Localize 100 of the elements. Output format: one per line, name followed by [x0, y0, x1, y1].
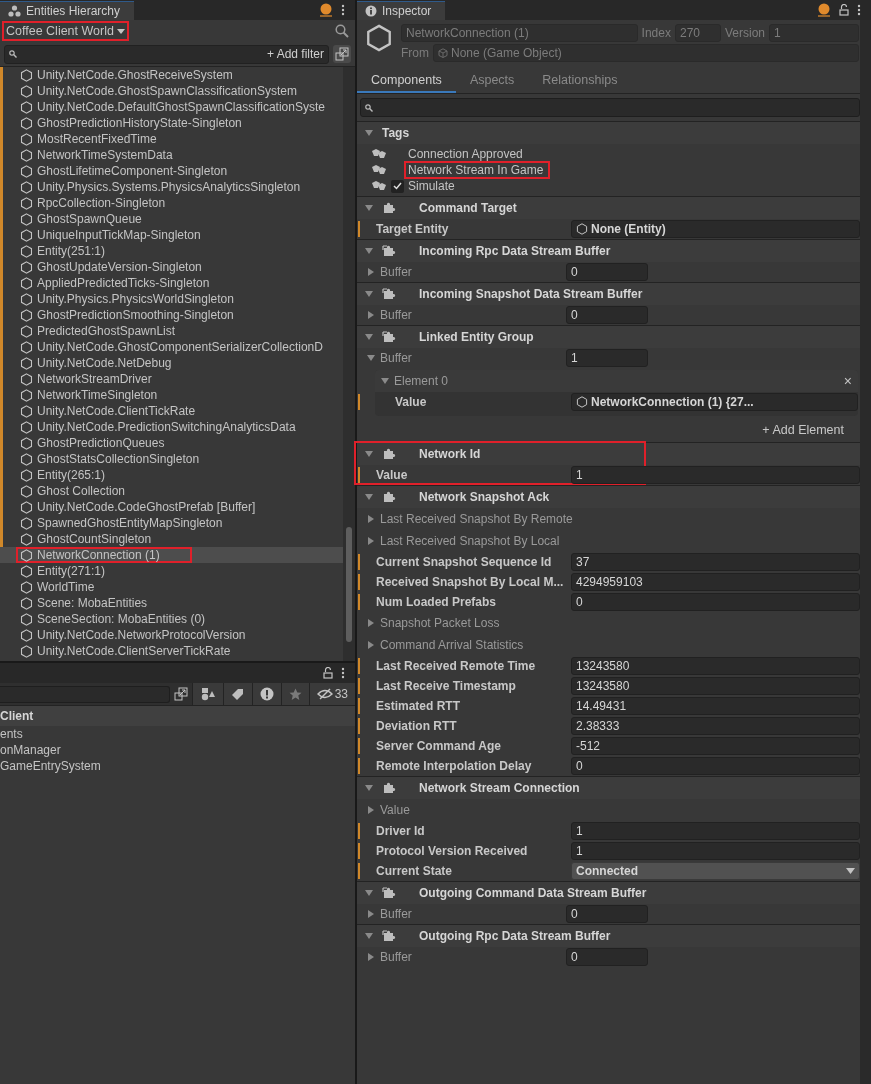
system-group[interactable]: Client: [0, 709, 34, 723]
hierarchy-item[interactable]: Unity.NetCode.GhostReceiveSystem: [0, 67, 343, 83]
remove-button[interactable]: ×: [843, 373, 852, 389]
search-field[interactable]: + Add filter: [4, 44, 329, 64]
hierarchy-item[interactable]: Unity.NetCode.GhostSpawnClassificationSystem: [0, 83, 343, 99]
component-title[interactable]: Linked Entity Group: [419, 330, 534, 344]
hierarchy-item[interactable]: NetworkTimeSingleton: [0, 387, 343, 403]
value-field[interactable]: 1: [571, 822, 860, 840]
system-item[interactable]: ents: [0, 727, 23, 741]
foldout-caret-icon[interactable]: [365, 889, 373, 897]
hierarchy-item[interactable]: Scene: MobaEntities: [0, 595, 343, 611]
buffer-size-field[interactable]: 0: [566, 306, 648, 324]
checkbox[interactable]: [391, 179, 404, 193]
foldout-caret-icon[interactable]: [367, 354, 375, 362]
hierarchy-item[interactable]: PredictedGhostSpawnList: [0, 323, 343, 339]
scrollbar[interactable]: [860, 20, 871, 1084]
warning-button[interactable]: [251, 683, 281, 705]
foldout-caret-icon[interactable]: [365, 450, 373, 458]
foldout-caret-icon[interactable]: [367, 619, 375, 627]
hierarchy-item[interactable]: NetworkTimeSystemData: [0, 147, 343, 163]
buffer-size-field[interactable]: 0: [566, 948, 648, 966]
hidden-count-button[interactable]: 33: [308, 683, 355, 705]
hierarchy-item[interactable]: Unity.Physics.PhysicsWorldSingleton: [0, 291, 343, 307]
scrollbar[interactable]: [343, 67, 355, 661]
foldout-caret-icon[interactable]: [365, 932, 373, 940]
hierarchy-item[interactable]: SceneSection: MobaEntities (0): [0, 611, 343, 627]
value-field[interactable]: 0: [571, 593, 860, 611]
foldout-caret-icon[interactable]: [367, 268, 375, 276]
component-title[interactable]: Incoming Rpc Data Stream Buffer: [419, 244, 611, 258]
entity-field[interactable]: NetworkConnection (1) {27...: [571, 393, 858, 411]
hierarchy-tab[interactable]: Entities Hierarchy: [0, 1, 135, 20]
hierarchy-item[interactable]: Entity(265:1): [0, 467, 343, 483]
hierarchy-item[interactable]: GhostPredictionHistoryState-Singleton: [0, 115, 343, 131]
component-title[interactable]: Network Snapshot Ack: [419, 490, 550, 504]
foldout-caret-icon[interactable]: [365, 784, 373, 792]
foldout-caret-icon[interactable]: [365, 204, 373, 212]
status-dot-icon[interactable]: [817, 3, 831, 17]
foldout-caret-icon[interactable]: [365, 493, 373, 501]
value-field[interactable]: 14.49431: [571, 697, 860, 715]
hierarchy-item[interactable]: AppliedPredictedTicks-Singleton: [0, 275, 343, 291]
hierarchy-item[interactable]: Entity(271:1): [0, 563, 343, 579]
foldout-label[interactable]: Value: [380, 803, 410, 817]
tag-button[interactable]: [222, 683, 252, 705]
component-title[interactable]: Outgoing Command Data Stream Buffer: [419, 886, 647, 900]
lock-icon[interactable]: [839, 4, 849, 16]
hierarchy-item[interactable]: Unity.Physics.Systems.PhysicsAnalyticsSingleton: [0, 179, 343, 195]
hierarchy-item[interactable]: Ghost Collection: [0, 483, 343, 499]
foldout-caret-icon[interactable]: [367, 537, 375, 545]
menu-icon[interactable]: [341, 667, 345, 679]
status-dot-icon[interactable]: [319, 3, 333, 17]
hierarchy-item[interactable]: GhostLifetimeComponent-Singleton: [0, 163, 343, 179]
menu-icon[interactable]: [341, 4, 345, 16]
value-field[interactable]: 1: [571, 842, 860, 860]
element-title[interactable]: Element 0: [394, 374, 449, 388]
component-title[interactable]: Network Stream Connection: [419, 781, 580, 795]
foldout-caret-icon[interactable]: [367, 515, 375, 523]
popout-icon[interactable]: [173, 687, 188, 701]
foldout-caret-icon[interactable]: [367, 910, 375, 918]
hierarchy-item[interactable]: GhostPredictionQueues: [0, 435, 343, 451]
buffer-size-field[interactable]: 0: [566, 905, 648, 923]
search-icon[interactable]: [335, 24, 349, 38]
value-field[interactable]: 13243580: [571, 677, 860, 695]
hierarchy-item[interactable]: Unity.NetCode.CodeGhostPrefab [Buffer]: [0, 499, 343, 515]
foldout-caret-icon[interactable]: [367, 806, 375, 814]
hierarchy-item[interactable]: UniqueInputTickMap-Singleton: [0, 227, 343, 243]
value-field[interactable]: 37: [571, 553, 860, 571]
component-title[interactable]: Command Target: [419, 201, 517, 215]
buffer-size-field[interactable]: 0: [566, 263, 648, 281]
foldout-caret-icon[interactable]: [365, 290, 373, 298]
value-field[interactable]: 1: [571, 466, 860, 484]
component-title[interactable]: Outgoing Rpc Data Stream Buffer: [419, 929, 611, 943]
foldout-caret-icon[interactable]: [365, 247, 373, 255]
hierarchy-item[interactable]: RpcCollection-Singleton: [0, 195, 343, 211]
shapes-button[interactable]: [191, 683, 223, 705]
foldout-caret-icon[interactable]: [367, 953, 375, 961]
buffer-size-field[interactable]: 1: [566, 349, 648, 367]
search-field[interactable]: [360, 98, 860, 117]
value-field[interactable]: 13243580: [571, 657, 860, 675]
hierarchy-item[interactable]: GhostCountSingleton: [0, 531, 343, 547]
add-element-button[interactable]: + Add Element: [756, 422, 850, 438]
hierarchy-item[interactable]: WorldTime: [0, 579, 343, 595]
hierarchy-item[interactable]: Unity.NetCode.ClientTickRate: [0, 403, 343, 419]
hierarchy-item[interactable]: Unity.NetCode.PredictionSwitchingAnalyticsData: [0, 419, 343, 435]
hierarchy-item[interactable]: SpawnedGhostEntityMapSingleton: [0, 515, 343, 531]
hierarchy-item[interactable]: Unity.NetCode.ClientServerTickRate: [0, 643, 343, 659]
foldout-caret-icon[interactable]: [365, 129, 373, 137]
state-dropdown[interactable]: Connected: [571, 862, 860, 880]
menu-icon[interactable]: [857, 4, 861, 16]
hierarchy-item[interactable]: Unity.NetCode.NetDebug: [0, 355, 343, 371]
system-item[interactable]: onManager: [0, 743, 61, 757]
hierarchy-item[interactable]: NetworkStreamDriver: [0, 371, 343, 387]
hierarchy-item[interactable]: Entity(251:1): [0, 243, 343, 259]
component-title[interactable]: Incoming Snapshot Data Stream Buffer: [419, 287, 643, 301]
foldout-label[interactable]: Last Received Snapshot By Remote: [380, 512, 573, 526]
section-title[interactable]: Tags: [382, 126, 410, 140]
inspector-view-tab[interactable]: Components: [357, 68, 456, 93]
hierarchy-item[interactable]: MostRecentFixedTime: [0, 131, 343, 147]
value-field[interactable]: 0: [571, 757, 860, 775]
foldout-caret-icon[interactable]: [365, 333, 373, 341]
foldout-caret-icon[interactable]: [381, 377, 389, 385]
